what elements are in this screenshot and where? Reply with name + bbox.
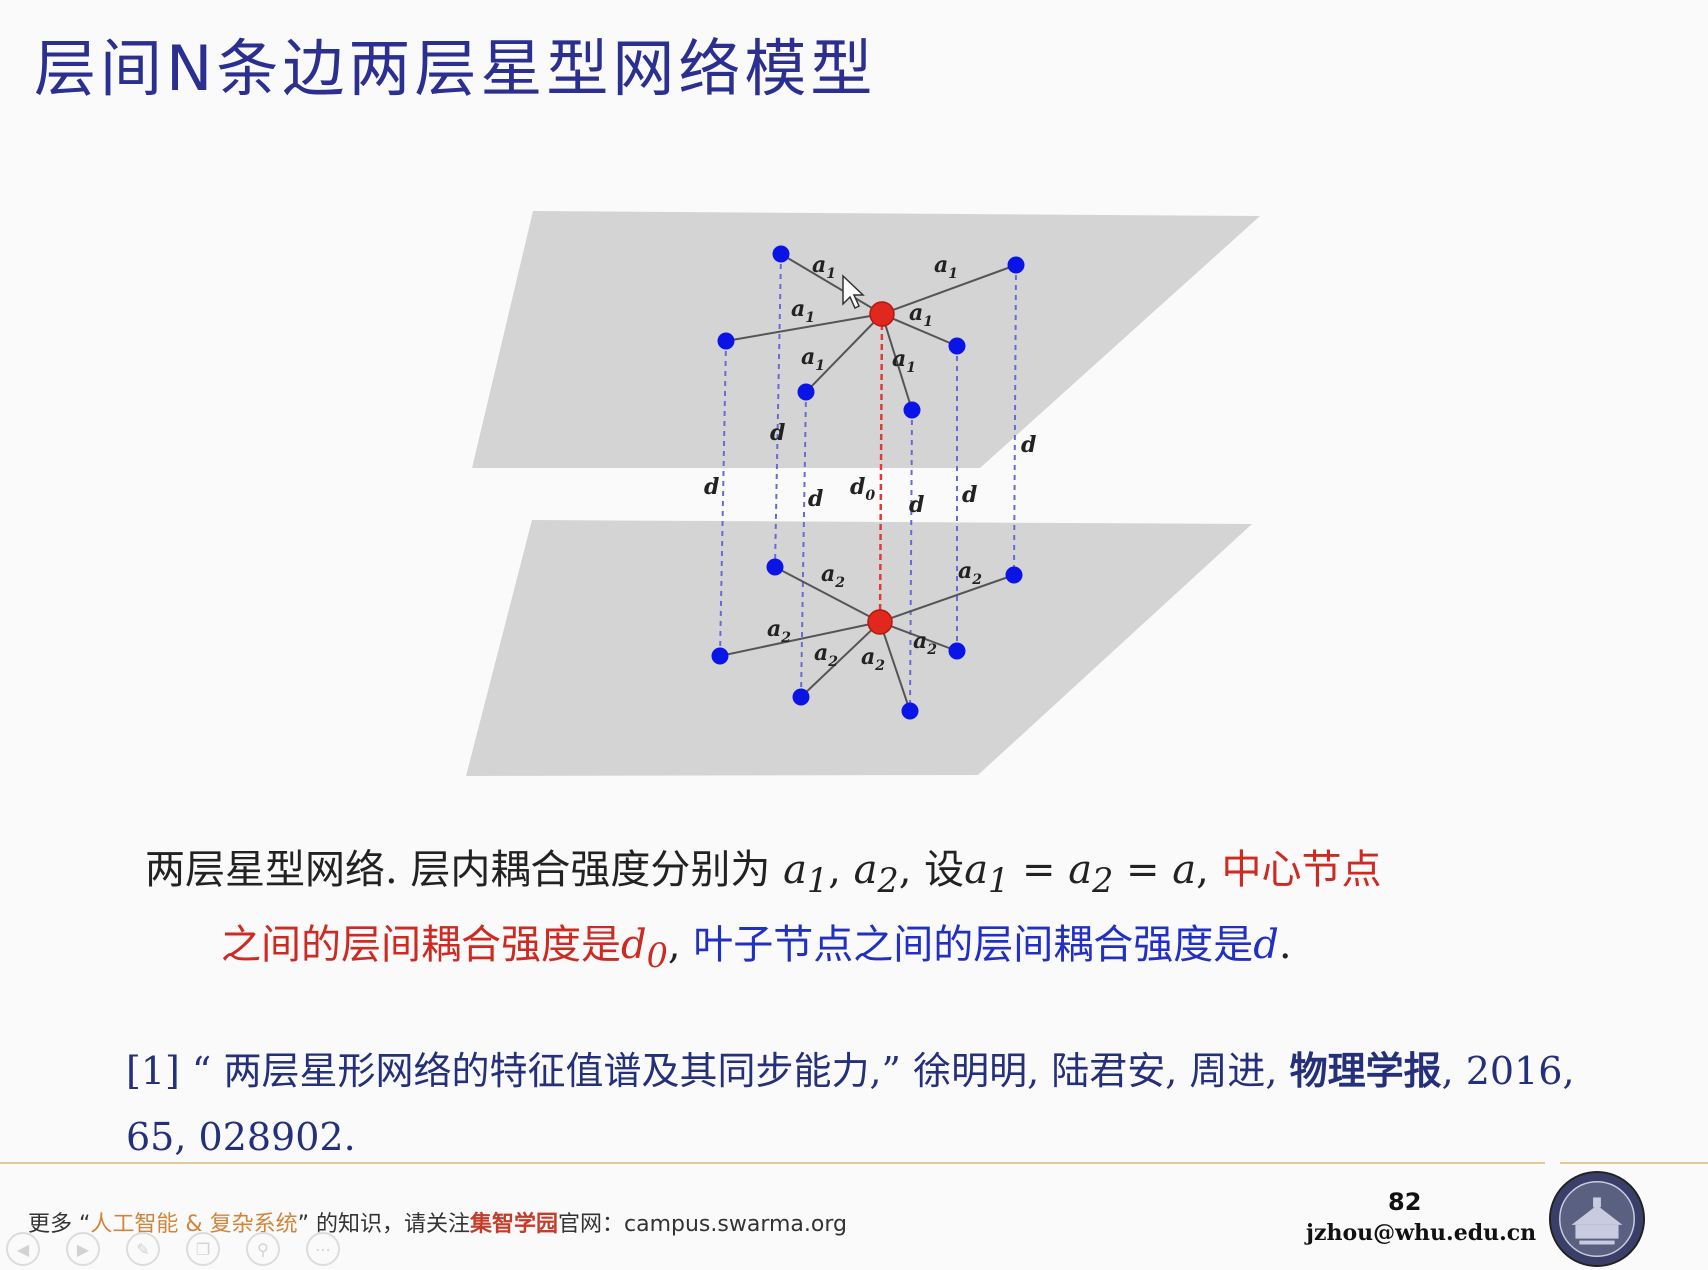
- copy-icon[interactable]: ❐: [186, 1232, 220, 1266]
- svg-text:d: d: [808, 486, 823, 512]
- svg-text:d: d: [909, 492, 924, 518]
- hub-coupling-text: 中心节点: [1221, 847, 1382, 893]
- caption-line-1: 两层星型网络. 层内耦合强度分别为 a1, a2, 设a1 = a2 = a, …: [145, 847, 1382, 900]
- prev-icon[interactable]: ◀: [6, 1232, 40, 1266]
- leaf-coupling-text: 叶子节点之间的层间耦合强度是: [693, 922, 1254, 968]
- svg-text:d: d: [770, 420, 785, 446]
- next-icon[interactable]: ▶: [66, 1232, 100, 1266]
- slide-nav-toolbar: ◀ ▶ ✎ ❐ ⚲ ⋯: [6, 1232, 340, 1266]
- caption-line-2: 之间的层间耦合强度是d0, 叶子节点之间的层间耦合强度是d.: [221, 922, 1292, 975]
- more-icon[interactable]: ⋯: [306, 1232, 340, 1266]
- two-layer-star-network-figure: a1 a1 a1 a1 a1 a1 d d d d d0 d d a2 a2 a…: [466, 211, 1260, 776]
- reference: [1] “ 两层星形网络的特征值谱及其同步能力,” 徐明明, 陆君安, 周进, …: [126, 1048, 1575, 1159]
- author-email: jzhou@whu.edu.cn: [1306, 1220, 1537, 1246]
- svg-text:d0: d0: [850, 474, 875, 504]
- svg-text:d: d: [962, 482, 977, 508]
- footer-divider-right: [1560, 1162, 1708, 1164]
- footer-divider: [0, 1162, 1545, 1164]
- figure-caption: 两层星型网络. 层内耦合强度分别为 a1, a2, 设a1 = a2 = a, …: [145, 838, 1605, 988]
- zoom-icon[interactable]: ⚲: [246, 1232, 280, 1266]
- upper-layer-plane: [472, 211, 1260, 468]
- lower-layer-plane: [466, 520, 1252, 776]
- university-seal-logo: [1548, 1170, 1646, 1268]
- page-number: 82: [1388, 1188, 1422, 1216]
- lower-hub-node: [867, 609, 893, 635]
- svg-text:d: d: [1021, 432, 1036, 458]
- upper-hub-node: [869, 301, 895, 327]
- pen-icon[interactable]: ✎: [126, 1232, 160, 1266]
- svg-text:d: d: [704, 474, 719, 500]
